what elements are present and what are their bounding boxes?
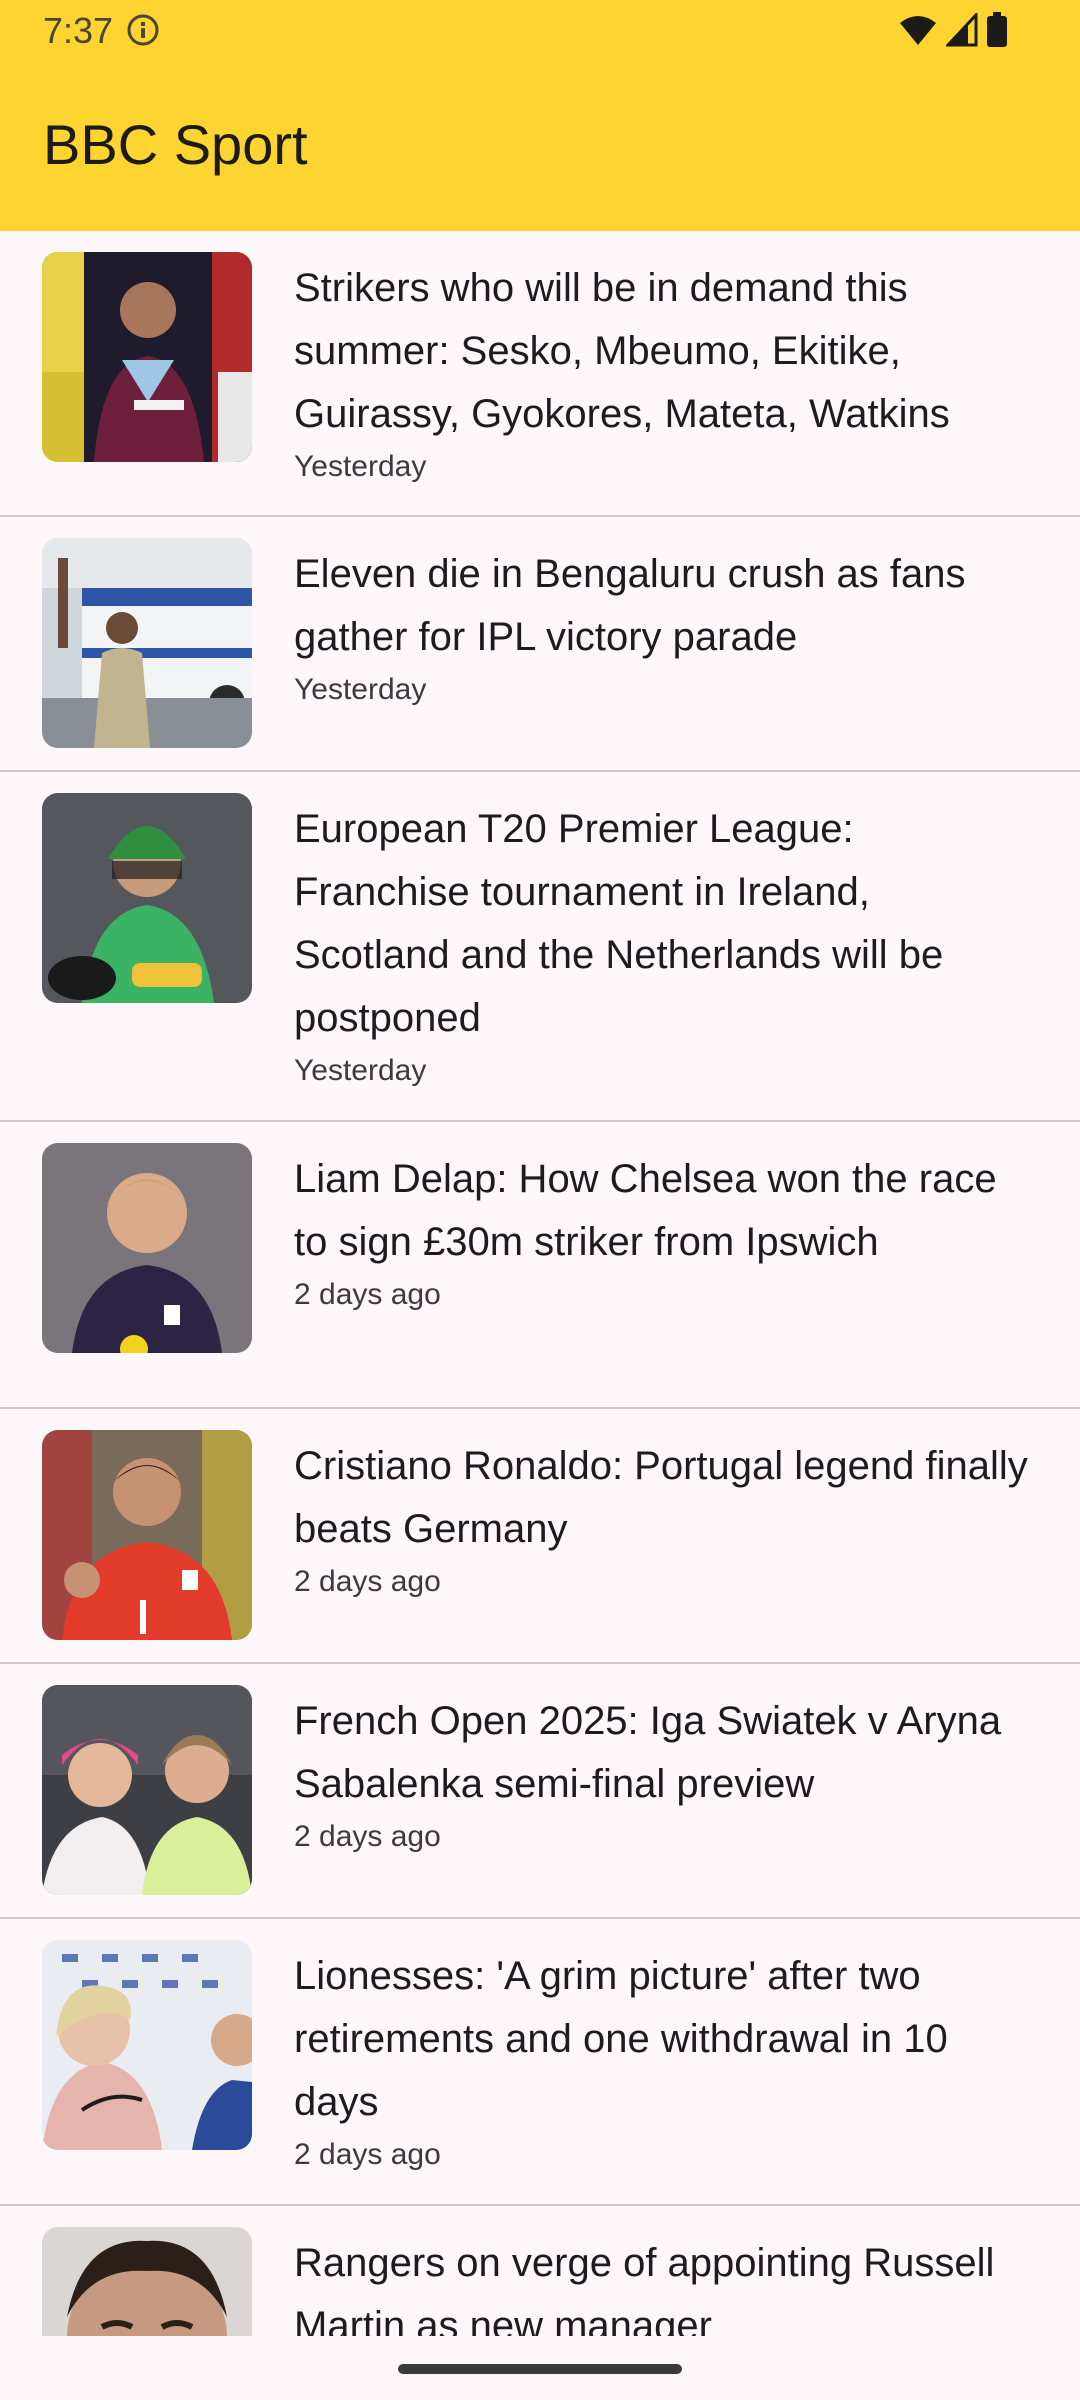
article-headline[interactable]: Liam Delap: How Chelsea won the race to … [294, 1148, 1034, 1274]
article-thumbnail [42, 1143, 252, 1353]
article-item[interactable]: Lionesses: 'A grim picture' after two re… [0, 1919, 1080, 2206]
article-item[interactable]: Rangers on verge of appointing Russell M… [0, 2206, 1080, 2336]
article-headline[interactable]: Strikers who will be in demand this summ… [294, 257, 1034, 446]
article-thumbnail [42, 1940, 252, 2150]
article-time: 2 days ago [294, 2138, 441, 2171]
article-time: Yesterday [294, 673, 427, 706]
home-gesture-bar[interactable] [398, 2364, 682, 2374]
article-item[interactable]: Liam Delap: How Chelsea won the race to … [0, 1122, 1080, 1409]
info-circle-icon [127, 14, 159, 46]
article-item[interactable]: European T20 Premier League: Franchise t… [0, 772, 1080, 1122]
article-list[interactable]: Strikers who will be in demand this summ… [0, 231, 1080, 2336]
app-bar: 7:37 BBC Sport [0, 0, 1080, 231]
article-headline[interactable]: European T20 Premier League: Franchise t… [294, 798, 1034, 1050]
battery-icon [987, 12, 1007, 47]
status-icons [898, 12, 1008, 48]
cell-signal-icon [946, 13, 978, 47]
article-thumbnail [42, 2227, 252, 2336]
article-headline[interactable]: Lionesses: 'A grim picture' after two re… [294, 1945, 1034, 2134]
article-item[interactable]: Strikers who will be in demand this summ… [0, 231, 1080, 517]
article-thumbnail [42, 538, 252, 748]
wifi-icon [900, 16, 936, 45]
article-thumbnail [42, 1685, 252, 1895]
article-time: 2 days ago [294, 1278, 441, 1311]
article-thumbnail [42, 1430, 252, 1640]
article-headline[interactable]: Cristiano Ronaldo: Portugal legend final… [294, 1435, 1034, 1561]
article-item[interactable]: French Open 2025: Iga Swiatek v Aryna Sa… [0, 1664, 1080, 1919]
article-thumbnail [42, 252, 252, 462]
status-bar: 7:37 [0, 0, 1080, 62]
article-time: Yesterday [294, 450, 427, 483]
status-time: 7:37 [43, 10, 114, 51]
article-headline[interactable]: Rangers on verge of appointing Russell M… [294, 2232, 1034, 2336]
article-thumbnail [42, 793, 252, 1003]
article-time: 2 days ago [294, 1820, 441, 1853]
article-time: 2 days ago [294, 1565, 441, 1598]
article-headline[interactable]: French Open 2025: Iga Swiatek v Aryna Sa… [294, 1690, 1034, 1816]
article-headline[interactable]: Eleven die in Bengaluru crush as fans ga… [294, 543, 1034, 669]
article-time: Yesterday [294, 1054, 427, 1087]
article-item[interactable]: Cristiano Ronaldo: Portugal legend final… [0, 1409, 1080, 1664]
article-item[interactable]: Eleven die in Bengaluru crush as fans ga… [0, 517, 1080, 772]
app-title: BBC Sport [43, 113, 308, 176]
